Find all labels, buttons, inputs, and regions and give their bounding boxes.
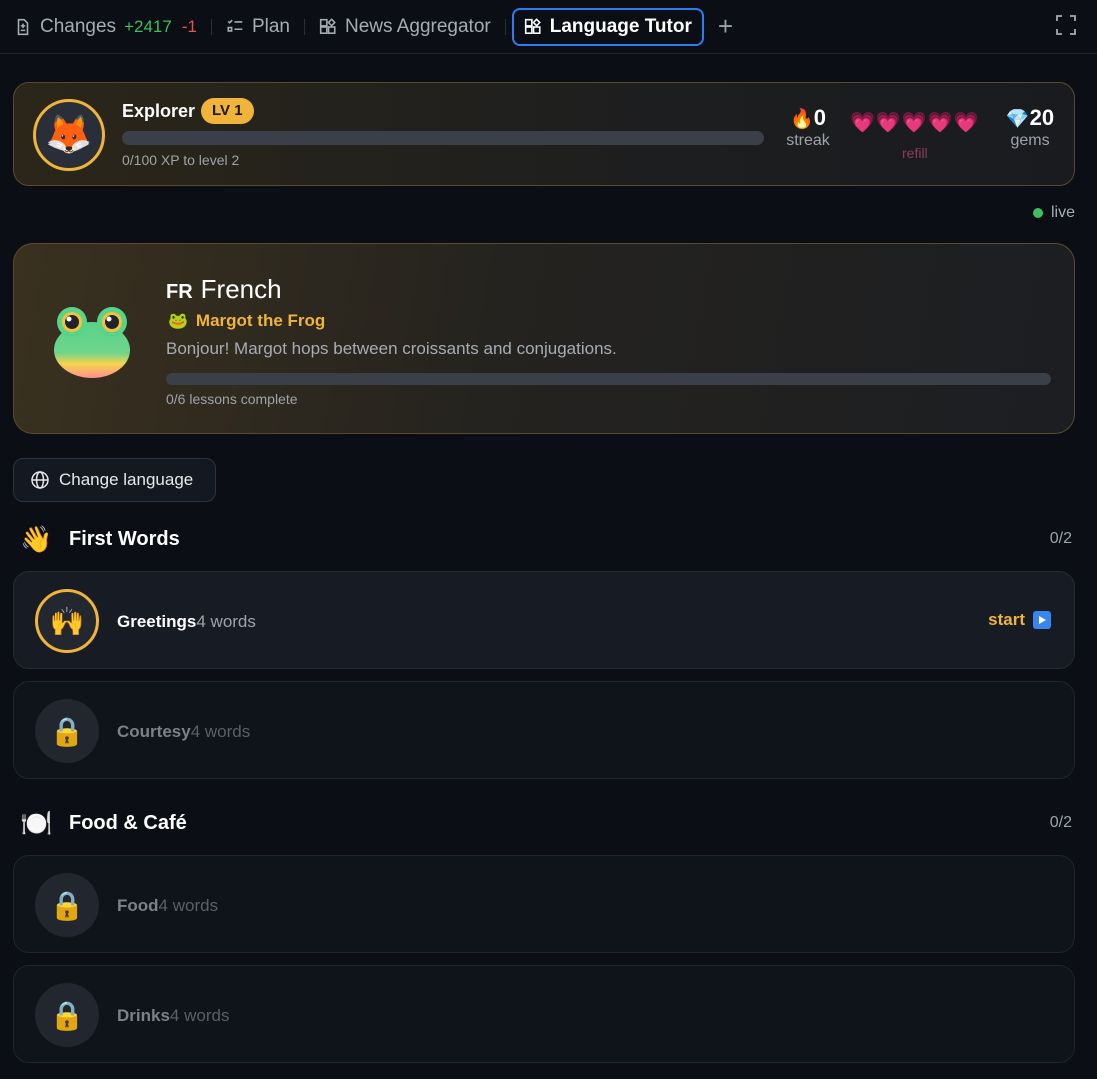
lock-icon: 🔒: [49, 889, 85, 921]
tutor-name: 🐸 Margot the Frog: [168, 311, 325, 331]
streak-stat: 🔥0 streak: [786, 105, 830, 150]
lesson-icon: 🔒: [35, 983, 99, 1047]
profile-card: 🦊 Explorer LV 1 0/100 XP to level 2 🔥0 s…: [13, 82, 1075, 186]
live-dot-icon: [1032, 208, 1043, 218]
lesson-name: Food 4 words: [117, 896, 218, 916]
live-indicator: live: [1032, 204, 1075, 222]
tab-plan-label: Plan: [251, 15, 290, 37]
change-language-button[interactable]: Change language: [13, 458, 216, 502]
tutor-name-label: Margot the Frog: [195, 311, 326, 330]
checklist-icon: [227, 19, 243, 32]
xp-progress-bar: [122, 131, 764, 145]
tab-news-label: News Aggregator: [344, 15, 491, 37]
tab-divider: [504, 18, 506, 35]
lock-icon: 🔒: [49, 999, 85, 1031]
gems-label: gems: [1010, 132, 1050, 149]
lesson-icon: 🔒: [35, 873, 99, 937]
globe-icon: [31, 471, 49, 489]
section-title: First Words: [69, 527, 180, 550]
start-label: start: [988, 610, 1025, 629]
section-progress: 0/2: [1049, 530, 1072, 547]
frog-mascot-icon: [54, 307, 130, 378]
lesson-word-count: 4 words: [196, 612, 256, 631]
streak-value: 0: [813, 105, 826, 130]
fullscreen-icon[interactable]: [1055, 14, 1077, 36]
section-title: Food & Café: [69, 811, 187, 834]
language-title: FR French: [166, 274, 282, 305]
plate-icon: 🍽️: [20, 807, 53, 838]
section-header: 🍽️ Food & Café 0/2: [20, 807, 1075, 839]
lesson-title: Food: [117, 896, 159, 915]
gems-stat: 💎20 gems: [1004, 105, 1056, 150]
streak-label: streak: [786, 132, 830, 149]
lesson-name: Drinks 4 words: [117, 1006, 229, 1026]
raising-hands-icon: 🙌: [49, 605, 85, 637]
lines-removed-count: -1: [181, 16, 197, 36]
lesson-title: Greetings: [117, 612, 197, 631]
tab-plan[interactable]: Plan: [216, 9, 300, 45]
live-label: live: [1050, 204, 1075, 221]
widgets-icon: [524, 17, 541, 34]
refill-link[interactable]: refill: [902, 145, 928, 161]
language-card: FR French 🐸 Margot the Frog Bonjour! Mar…: [13, 243, 1075, 434]
profile-name: Explorer: [122, 101, 196, 121]
hearts-icon: 💗💗💗💗💗: [850, 112, 980, 134]
lock-icon: 🔒: [49, 715, 85, 747]
fox-icon: 🦊: [45, 114, 93, 156]
lesson-name: Greetings 4 words: [117, 612, 256, 632]
tab-changes[interactable]: Changes +2417 -1: [0, 9, 207, 45]
lesson-card-drinks: 🔒 Drinks 4 words: [13, 965, 1075, 1063]
frog-icon: 🐸: [168, 313, 188, 330]
lesson-word-count: 4 words: [158, 896, 219, 915]
tab-changes-label: Changes: [40, 15, 117, 37]
lesson-icon: 🔒: [35, 699, 99, 763]
lessons-progress-text: 0/6 lessons complete: [166, 391, 298, 407]
language-name: French: [200, 274, 282, 304]
lesson-title: Courtesy: [117, 722, 191, 741]
level-badge: LV 1: [201, 98, 254, 124]
tab-bar: Changes +2417 -1 Plan News Aggregator La…: [0, 0, 1097, 54]
fire-icon: 🔥: [790, 109, 814, 130]
lesson-name: Courtesy 4 words: [117, 722, 250, 742]
lesson-title: Drinks: [117, 1006, 170, 1025]
play-icon: [1033, 611, 1051, 629]
change-language-label: Change language: [59, 470, 194, 489]
tab-divider: [303, 18, 305, 35]
section-header: 👋 First Words 0/2: [20, 523, 1075, 555]
lesson-word-count: 4 words: [190, 722, 251, 741]
language-description: Bonjour! Margot hops between croissants …: [166, 339, 617, 358]
waving-hand-icon: 👋: [20, 523, 53, 554]
gem-icon: 💎: [1005, 109, 1030, 130]
section-progress: 0/2: [1049, 814, 1072, 831]
lesson-word-count: 4 words: [169, 1006, 230, 1025]
lessons-progress-bar: [166, 373, 1051, 385]
tab-divider: [210, 18, 212, 35]
gems-value: 20: [1029, 105, 1055, 130]
tab-language-tutor[interactable]: Language Tutor: [511, 7, 704, 46]
lines-added-count: +2417: [124, 16, 172, 36]
lesson-card-greetings[interactable]: 🙌 Greetings 4 words start: [13, 571, 1075, 669]
lesson-card-courtesy: 🔒 Courtesy 4 words: [13, 681, 1075, 779]
language-code: FR: [166, 281, 193, 303]
tab-language-tutor-label: Language Tutor: [549, 15, 692, 37]
tab-news-aggregator[interactable]: News Aggregator: [309, 9, 501, 45]
lesson-card-food: 🔒 Food 4 words: [13, 855, 1075, 953]
start-lesson-button[interactable]: start: [988, 610, 1051, 630]
avatar[interactable]: 🦊: [33, 99, 105, 171]
lesson-icon: 🙌: [35, 589, 99, 653]
add-tab-button[interactable]: +: [718, 11, 733, 42]
widgets-icon: [319, 17, 336, 34]
file-diff-icon: [17, 18, 29, 35]
xp-progress-text: 0/100 XP to level 2: [122, 152, 240, 168]
